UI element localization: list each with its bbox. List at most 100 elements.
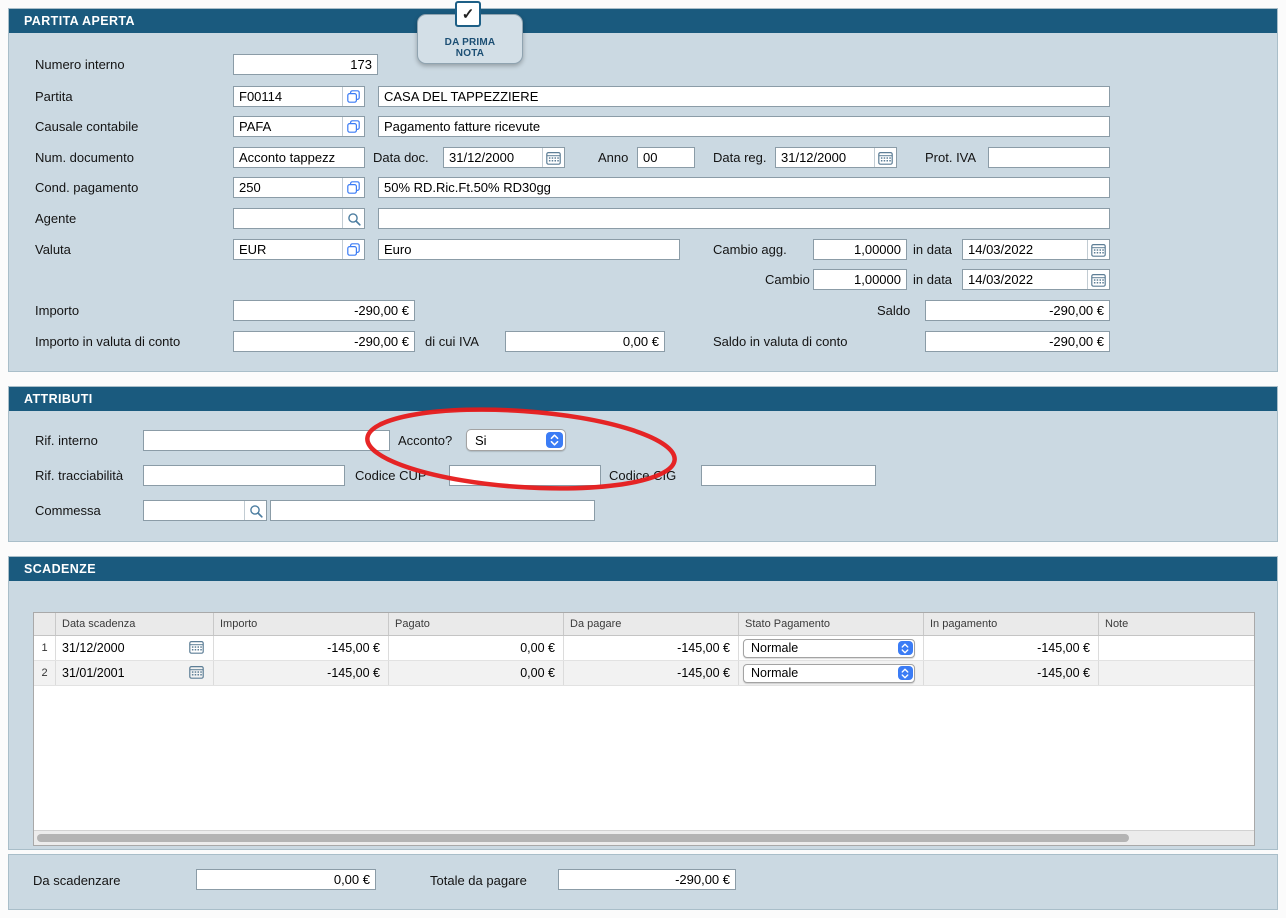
stepper-icon — [898, 666, 913, 680]
cell-importo[interactable]: -145,00 € — [214, 636, 389, 660]
section-title-attributi: ATTRIBUTI — [24, 392, 93, 406]
cell-pagato[interactable]: 0,00 € — [389, 661, 564, 685]
da-prima-nota-checkbox[interactable]: ✓ — [455, 1, 481, 27]
partita-code-field[interactable]: F00114 — [233, 86, 365, 107]
cambio-agg-date-field[interactable]: 14/03/2022 — [962, 239, 1110, 260]
stepper-icon — [898, 641, 913, 655]
cell-note[interactable] — [1099, 636, 1254, 660]
data-doc-calendar-button[interactable] — [542, 148, 564, 167]
partita-reference-button[interactable] — [342, 87, 364, 106]
cambio-agg-calendar-button[interactable] — [1087, 240, 1109, 259]
row-calendar-button[interactable] — [189, 665, 204, 682]
cond-pagamento-description-field[interactable]: 50% RD.Ric.Ft.50% RD30gg — [378, 177, 1110, 198]
column-header-pagato[interactable]: Pagato — [389, 613, 564, 635]
cell-da-pagare[interactable]: -145,00 € — [564, 661, 739, 685]
up-down-chevrons-icon — [901, 643, 909, 654]
stato-pagamento-select[interactable]: Normale — [743, 639, 915, 658]
stato-pagamento-value: Normale — [744, 641, 896, 655]
cambio-field[interactable]: 1,00000 — [813, 269, 907, 290]
data-reg-value[interactable]: 31/12/2000 — [776, 148, 874, 167]
column-header-note[interactable]: Note — [1099, 613, 1254, 635]
partita-label: Partita — [35, 89, 73, 104]
importo-valuta-conto-field[interactable]: -290,00 € — [233, 331, 415, 352]
cambio-calendar-button[interactable] — [1087, 270, 1109, 289]
cambio-agg-field[interactable]: 1,00000 — [813, 239, 907, 260]
cell-importo[interactable]: -145,00 € — [214, 661, 389, 685]
data-reg-field[interactable]: 31/12/2000 — [775, 147, 897, 168]
di-cui-iva-label: di cui IVA — [425, 334, 479, 349]
agente-search-button[interactable] — [342, 209, 364, 228]
badge-label-line2: NOTA — [418, 48, 522, 59]
cell-data-scadenza[interactable]: 31/12/2000 — [56, 636, 214, 660]
causale-reference-button[interactable] — [342, 117, 364, 136]
data-scadenza-value[interactable]: 31/12/2000 — [62, 641, 125, 655]
cond-pagamento-reference-button[interactable] — [342, 178, 364, 197]
agente-description-field[interactable] — [378, 208, 1110, 229]
agente-code-field[interactable] — [233, 208, 365, 229]
valuta-code-value[interactable]: EUR — [234, 240, 342, 259]
cambio-date-value[interactable]: 14/03/2022 — [963, 270, 1087, 289]
prot-iva-label: Prot. IVA — [925, 150, 976, 165]
calendar-icon — [1091, 273, 1106, 287]
acconto-select[interactable]: Si — [466, 429, 566, 451]
commessa-search-button[interactable] — [244, 501, 266, 520]
stato-pagamento-select[interactable]: Normale — [743, 664, 915, 683]
cond-pagamento-code-field[interactable]: 250 — [233, 177, 365, 198]
cond-pagamento-code-value[interactable]: 250 — [234, 178, 342, 197]
di-cui-iva-field[interactable]: 0,00 € — [505, 331, 665, 352]
data-doc-field[interactable]: 31/12/2000 — [443, 147, 565, 168]
partita-description-field[interactable]: CASA DEL TAPPEZZIERE — [378, 86, 1110, 107]
cell-in-pagamento[interactable]: -145,00 € — [924, 661, 1099, 685]
table-row: 1 31/12/2000 -145,00 € 0,00 € -145,00 € … — [34, 636, 1254, 661]
column-header-data-scadenza[interactable]: Data scadenza — [56, 613, 214, 635]
importo-field[interactable]: -290,00 € — [233, 300, 415, 321]
rif-interno-field[interactable] — [143, 430, 390, 451]
column-header-importo[interactable]: Importo — [214, 613, 389, 635]
acconto-selected-value: Si — [467, 433, 544, 448]
commessa-code-value[interactable] — [144, 501, 244, 520]
numero-interno-label: Numero interno — [35, 57, 125, 72]
da-scadenzare-field[interactable]: 0,00 € — [196, 869, 376, 890]
anno-field[interactable]: 00 — [637, 147, 695, 168]
cell-da-pagare[interactable]: -145,00 € — [564, 636, 739, 660]
column-header-rownum[interactable] — [34, 613, 56, 635]
column-header-da-pagare[interactable]: Da pagare — [564, 613, 739, 635]
commessa-code-field[interactable] — [143, 500, 267, 521]
codice-cig-field[interactable] — [701, 465, 876, 486]
causale-code-value[interactable]: PAFA — [234, 117, 342, 136]
numero-interno-field[interactable]: 173 — [233, 54, 378, 75]
scrollbar-thumb[interactable] — [37, 834, 1129, 842]
saldo-valuta-conto-field[interactable]: -290,00 € — [925, 331, 1110, 352]
valuta-reference-button[interactable] — [342, 240, 364, 259]
partita-code-value[interactable]: F00114 — [234, 87, 342, 106]
saldo-valuta-conto-label: Saldo in valuta di conto — [713, 334, 847, 349]
horizontal-scrollbar[interactable] — [34, 830, 1254, 845]
commessa-description-field[interactable] — [270, 500, 595, 521]
cambio-date-field[interactable]: 14/03/2022 — [962, 269, 1110, 290]
cell-note[interactable] — [1099, 661, 1254, 685]
badge-label-line1: DA PRIMA — [418, 37, 522, 48]
num-documento-field[interactable]: Acconto tappezz — [233, 147, 365, 168]
valuta-code-field[interactable]: EUR — [233, 239, 365, 260]
cambio-agg-date-value[interactable]: 14/03/2022 — [963, 240, 1087, 259]
codice-cup-field[interactable] — [449, 465, 601, 486]
valuta-description-field[interactable]: Euro — [378, 239, 680, 260]
agente-code-value[interactable] — [234, 209, 342, 228]
saldo-field[interactable]: -290,00 € — [925, 300, 1110, 321]
section-header-partita-aperta: PARTITA APERTA — [9, 9, 1277, 33]
totale-da-pagare-field[interactable]: -290,00 € — [558, 869, 736, 890]
prot-iva-field[interactable] — [988, 147, 1110, 168]
causale-code-field[interactable]: PAFA — [233, 116, 365, 137]
cell-data-scadenza[interactable]: 31/01/2001 — [56, 661, 214, 685]
rif-tracciabilita-field[interactable] — [143, 465, 345, 486]
column-header-in-pagamento[interactable]: In pagamento — [924, 613, 1099, 635]
data-scadenza-value[interactable]: 31/01/2001 — [62, 666, 125, 680]
reference-icon — [347, 90, 360, 103]
column-header-stato-pagamento[interactable]: Stato Pagamento — [739, 613, 924, 635]
data-reg-calendar-button[interactable] — [874, 148, 896, 167]
causale-description-field[interactable]: Pagamento fatture ricevute — [378, 116, 1110, 137]
data-doc-value[interactable]: 31/12/2000 — [444, 148, 542, 167]
row-calendar-button[interactable] — [189, 640, 204, 657]
cell-in-pagamento[interactable]: -145,00 € — [924, 636, 1099, 660]
cell-pagato[interactable]: 0,00 € — [389, 636, 564, 660]
